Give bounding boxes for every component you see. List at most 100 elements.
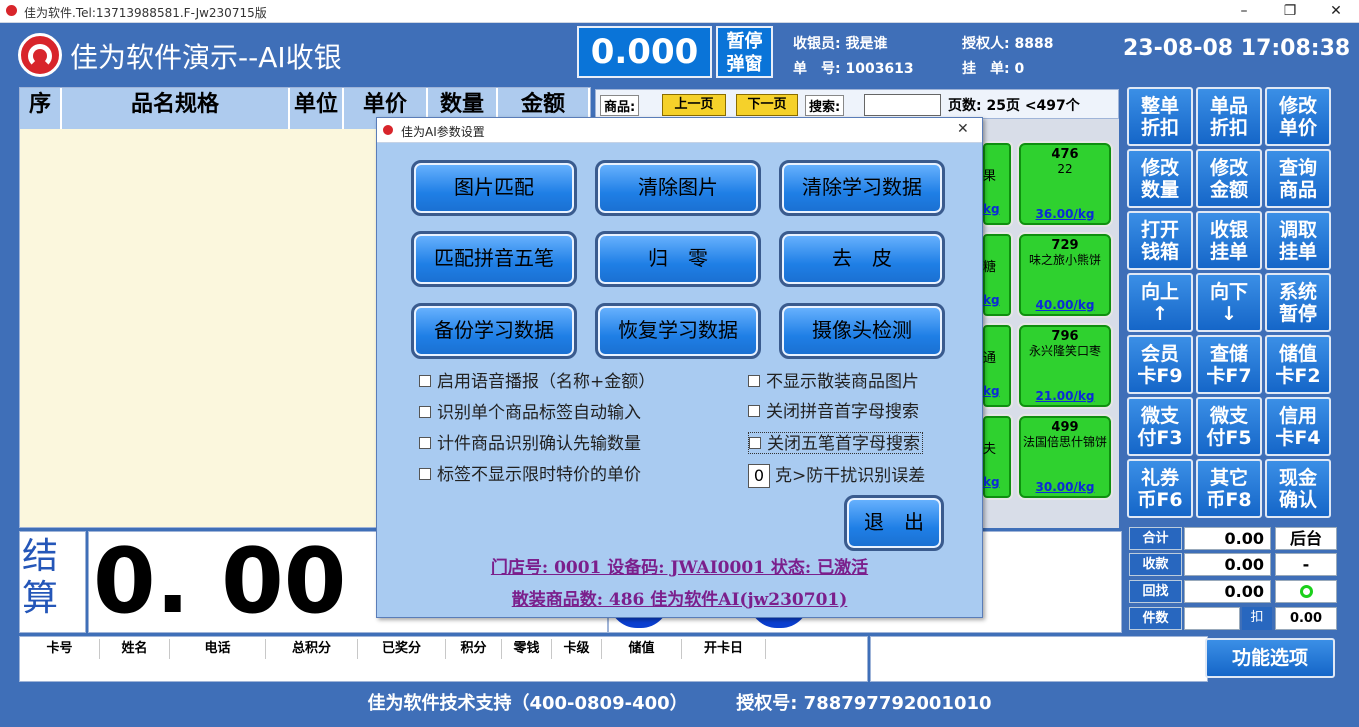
total-value: 0.00 [1184,527,1271,550]
dialog-title: 佳为AI参数设置 [401,125,485,139]
member-info-table[interactable]: 卡号 姓名 电话 总积分 已奖分 积分 零钱 卡级 储值 开卡日 [19,636,868,682]
member-card-button[interactable]: 会员 卡F9 [1127,335,1193,394]
ring-icon [1300,585,1313,598]
gram-threshold-label: 克>防干扰识别误差 [775,466,926,486]
member-col-card: 卡号 [20,639,100,659]
disable-wubi-search-checkbox[interactable]: 关闭五笔首字母搜索 [748,432,923,454]
edit-price-button[interactable]: 修改 单价 [1265,87,1331,146]
change-value: 0.00 [1184,580,1271,603]
clear-images-button[interactable]: 清除图片 [595,160,761,216]
product-tile-partial[interactable]: 通 kg [981,323,1013,409]
member-col-level: 卡级 [552,639,602,659]
product-tile[interactable]: 729 味之旅小熊饼 40.00/kg [1017,232,1113,318]
column-header-index: 序 [20,88,62,129]
hide-special-price-checkbox[interactable]: 标签不显示限时特价的单价 [419,464,641,486]
backup-learning-data-button[interactable]: 备份学习数据 [411,303,577,359]
restore-learning-data-button[interactable]: 恢复学习数据 [595,303,761,359]
discount-value: 0.00 [1275,607,1337,630]
change-label: 回找 [1129,580,1182,603]
whole-discount-button[interactable]: 整单 折扣 [1127,87,1193,146]
hold-order-button[interactable]: 收银 挂单 [1196,211,1262,270]
move-down-button[interactable]: 向下 ↓ [1196,273,1262,332]
coupon-button[interactable]: 礼券 币F6 [1127,459,1193,518]
current-amount-display: 0.000 [577,26,712,78]
hide-bulk-images-checkbox[interactable]: 不显示散装商品图片 [748,371,919,393]
other-currency-button[interactable]: 其它 币F8 [1196,459,1262,518]
stored-value-card-button[interactable]: 储值 卡F2 [1265,335,1331,394]
count-value [1184,607,1240,630]
product-tile[interactable]: 499 法国倍思什锦饼 30.00/kg [1017,414,1113,500]
close-button[interactable]: ✕ [1313,0,1359,23]
tare-button[interactable]: 去 皮 [779,231,945,287]
window-titlebar: 佳为软件.Tel:13713988581.F-Jw230715版 – ❐ ✕ [0,0,1359,23]
product-tile-partial[interactable]: 糖 kg [981,232,1013,318]
dialog-close-button[interactable]: ✕ [957,121,969,137]
disable-pinyin-search-checkbox[interactable]: 关闭拼音首字母搜索 [748,401,919,423]
function-options-button[interactable]: 功能选项 [1205,638,1335,678]
wechat-pay-f5-button[interactable]: 微支 付F5 [1196,397,1262,456]
cashier-info: 收银员: 我是谁 [793,36,888,52]
wechat-pay-f3-button[interactable]: 微支 付F3 [1127,397,1193,456]
received-value: 0.00 [1184,553,1271,576]
credit-card-button[interactable]: 信用 卡F4 [1265,397,1331,456]
product-tile-partial[interactable]: 夫 kg [981,414,1013,500]
license-text: 授权号: 788797792001010 [736,693,992,714]
prev-page-button[interactable]: 上一页 [662,94,726,116]
confirm-quantity-checkbox[interactable]: 计件商品识别确认先输数量 [419,433,641,455]
edit-quantity-button[interactable]: 修改 数量 [1127,149,1193,208]
cash-confirm-button[interactable]: 现金 确认 [1265,459,1331,518]
received-extra: - [1275,553,1337,576]
recall-order-button[interactable]: 调取 挂单 [1265,211,1331,270]
edit-amount-button[interactable]: 修改 金额 [1196,149,1262,208]
clear-learning-data-button[interactable]: 清除学习数据 [779,160,945,216]
status-box [1275,580,1337,603]
product-tile[interactable]: 796 永兴隆笑口枣 21.00/kg [1017,323,1113,409]
support-text: 佳为软件技术支持（400-0809-400） [367,693,688,714]
system-pause-button[interactable]: 系统 暂停 [1265,273,1331,332]
product-toolbar: 商品: 上一页 下一页 搜索: 页数: 25页 <497个 [595,89,1119,119]
product-tile-partial[interactable]: 果 kg [981,141,1013,227]
member-col-name: 姓名 [100,639,170,659]
open-drawer-button[interactable]: 打开 钱箱 [1127,211,1193,270]
member-col-total-points: 总积分 [266,639,358,659]
ai-settings-dialog: 佳为AI参数设置 ✕ 图片匹配 清除图片 清除学习数据 匹配拼音五笔 归 零 去… [376,117,983,618]
maximize-button[interactable]: ❐ [1267,0,1313,23]
dialog-logo-icon [381,123,395,137]
column-header-name: 品名规格 [62,88,290,129]
pause-popup-label: 暂停 弹窗 [726,31,763,75]
datetime-display: 23-08-08 17:08:38 [1123,36,1351,61]
item-discount-button[interactable]: 单品 折扣 [1196,87,1262,146]
member-col-open-date: 开卡日 [682,639,766,659]
voice-broadcast-checkbox[interactable]: 启用语音播报（名称+金额） [419,371,655,393]
gram-threshold-input[interactable]: 0 [748,464,770,488]
auto-input-label-checkbox[interactable]: 识别单个商品标签自动输入 [419,402,641,424]
next-page-button[interactable]: 下一页 [736,94,798,116]
member-col-awarded: 已奖分 [358,639,446,659]
product-search-input[interactable] [864,94,941,116]
discount-label: 扣 [1242,607,1272,630]
image-match-button[interactable]: 图片匹配 [411,160,577,216]
products-label: 商品: [600,95,640,116]
info-box [870,636,1208,682]
minimize-button[interactable]: – [1221,0,1267,23]
page-info: 页数: 25页 <497个 [948,98,1080,114]
query-product-button[interactable]: 查询 商品 [1265,149,1331,208]
count-label: 件数 [1129,607,1182,630]
move-up-button[interactable]: 向上 ↑ [1127,273,1193,332]
query-stored-card-button[interactable]: 查储 卡F7 [1196,335,1262,394]
bulk-product-count: 散装商品数: 486 佳为软件AI(jw230701) [511,590,848,610]
authorizer-info: 授权人: 8888 [962,36,1054,52]
match-pinyin-wubi-button[interactable]: 匹配拼音五笔 [411,231,577,287]
received-label: 收款 [1129,553,1182,576]
product-tile[interactable]: 476 22 36.00/kg [1017,141,1113,227]
member-col-phone: 电话 [170,639,266,659]
zero-button[interactable]: 归 零 [595,231,761,287]
member-col-points: 积分 [446,639,502,659]
pause-popup-button[interactable]: 暂停 弹窗 [716,26,773,78]
dialog-titlebar: 佳为AI参数设置 ✕ [377,118,982,143]
exit-button[interactable]: 退 出 [844,495,944,551]
total-label: 合计 [1129,527,1182,550]
store-device-status: 门店号: 0001 设备码: JWAI0001 状态: 已激活 [490,558,869,578]
camera-test-button[interactable]: 摄像头检测 [779,303,945,359]
function-button-grid: 整单 折扣 单品 折扣 修改 单价修改 数量 修改 金额 查询 商品打开 钱箱 收银 挂单 调取 挂单向上 ↑ 向… [1127,87,1337,523]
